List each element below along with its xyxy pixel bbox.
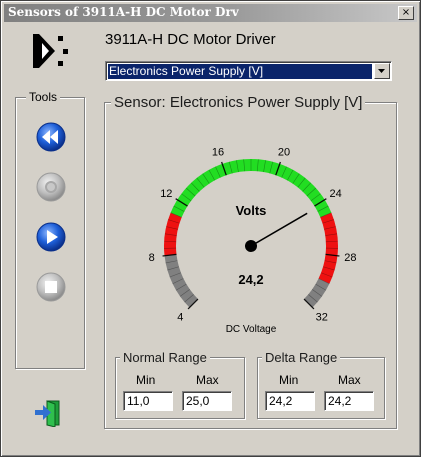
title-bar[interactable]: Sensors of 3911A-H DC Motor Drv ×	[4, 4, 417, 22]
chevron-down-icon	[378, 69, 385, 73]
rewind-icon	[36, 122, 66, 152]
dropdown-button[interactable]	[374, 63, 390, 79]
delta-max-label: Max	[338, 373, 361, 387]
pause-icon	[36, 172, 66, 202]
sensor-group: Sensor: Electronics Power Supply [V] 4 8 1…	[104, 94, 397, 429]
normal-range-label: Normal Range	[120, 350, 210, 365]
gauge-caption: DC Voltage	[226, 324, 277, 335]
stop-button[interactable]	[36, 272, 66, 302]
close-button[interactable]: ×	[398, 6, 414, 20]
sensor-select-value: Electronics Power Supply [V]	[108, 64, 372, 79]
gauge-tick-label: 32	[316, 312, 328, 324]
normal-max-field[interactable]: 25,0	[182, 391, 232, 411]
delta-min-label: Min	[279, 373, 299, 387]
stop-icon	[36, 272, 66, 302]
gauge-tick-label: 8	[149, 252, 155, 264]
rewind-button[interactable]	[36, 122, 66, 152]
voltage-gauge: 4 8 12 16 20 24 28 32 Volts 24,2 DC Voltage	[149, 147, 357, 335]
exit-door-icon	[35, 400, 60, 428]
tools-group: Tools	[15, 90, 85, 369]
window-title: Sensors of 3911A-H DC Motor Drv	[8, 5, 239, 19]
gauge-hub	[245, 240, 257, 252]
sensors-window: Sensors of 3911A-H DC Motor Drv × 3911A-…	[0, 0, 421, 457]
play-button[interactable]	[36, 222, 66, 252]
gauge-needle	[250, 212, 308, 247]
gauge-tick-label: 4	[177, 312, 183, 324]
gauge-tick-label: 16	[212, 147, 224, 159]
normal-range-group: Normal Range Min Max 11,0 25,0	[115, 350, 245, 419]
normal-max-label: Max	[196, 373, 219, 387]
sensor-group-label: Sensor: Electronics Power Supply [V]	[111, 94, 366, 111]
gauge-value-readout: 24,2	[238, 272, 263, 287]
tools-label: Tools	[26, 90, 61, 104]
play-icon	[36, 222, 66, 252]
normal-min-label: Min	[136, 373, 156, 387]
exit-button[interactable]	[33, 399, 63, 432]
gauge-tick-label: 24	[330, 188, 342, 200]
gauge-tick-label: 20	[278, 147, 290, 159]
gauge-unit-label: Volts	[236, 203, 267, 218]
gauge-tick-label: 12	[160, 188, 172, 200]
delta-max-field[interactable]: 24,2	[324, 391, 374, 411]
gauge-tick-label: 28	[344, 252, 356, 264]
device-logo-icon	[33, 34, 68, 68]
delta-range-group: Delta Range Min Max 24,2 24,2	[257, 350, 385, 419]
delta-range-label: Delta Range	[262, 350, 341, 365]
delta-min-field[interactable]: 24,2	[265, 391, 315, 411]
normal-min-field[interactable]: 11,0	[123, 391, 173, 411]
close-icon: ×	[401, 7, 411, 18]
sensor-select[interactable]: Electronics Power Supply [V]	[105, 61, 392, 81]
app-title: 3911A-H DC Motor Driver	[105, 31, 276, 48]
pause-button[interactable]	[36, 172, 66, 202]
